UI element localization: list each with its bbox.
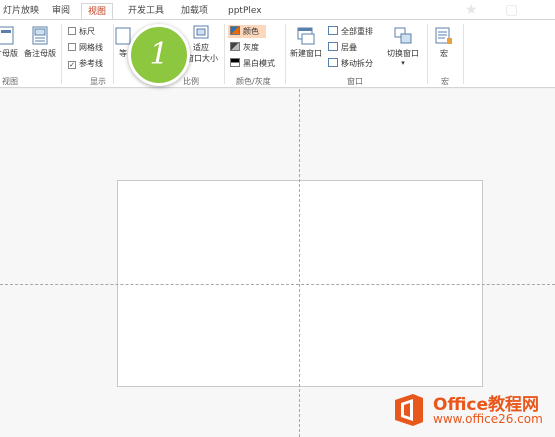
tab-addins[interactable]: 加载项	[175, 3, 214, 20]
switch-windows-icon	[394, 27, 412, 44]
black-white-label: 黑白模式	[243, 59, 275, 68]
macros-label: 宏	[440, 49, 448, 58]
guides-checkbox[interactable]: ✓ 参考线	[68, 58, 103, 69]
move-split-label: 移动拆分	[341, 59, 373, 68]
step-number-badge: 1	[128, 24, 190, 86]
fit-to-window-icon	[193, 25, 209, 39]
watermark-url: www.office26.com	[433, 412, 543, 426]
office-logo-icon	[395, 394, 423, 426]
cascade-button[interactable]: 层叠	[328, 42, 357, 53]
star-decoration-icon: ★	[465, 2, 478, 18]
tab-slideshow[interactable]: 灯片放映	[0, 3, 45, 20]
notes-master-button[interactable]: 备注母版	[24, 26, 56, 59]
group-label-show: 显示	[90, 77, 106, 86]
tab-pptplex[interactable]: pptPlex	[222, 3, 268, 20]
office26-watermark: Office教程网 www.office26.com	[389, 388, 555, 432]
group-label-views: 视图	[2, 77, 18, 86]
macro-icon	[435, 27, 452, 44]
new-window-button[interactable]: 新建窗口	[290, 26, 322, 59]
notes-master-icon	[32, 26, 48, 45]
horizontal-guide[interactable]	[0, 284, 555, 285]
switch-windows-button[interactable]: 切换窗口 ▾	[387, 26, 419, 67]
group-separator	[463, 24, 464, 84]
frame-decoration-icon: ▢	[505, 2, 519, 18]
fit-to-window-button[interactable]: 适应 窗口大小	[186, 24, 218, 64]
guides-check-mark: ✓	[68, 61, 76, 69]
slide-master-label: 片母版	[0, 49, 18, 58]
switch-windows-label: 切换窗口	[387, 49, 419, 58]
group-label-macros: 宏	[441, 77, 449, 86]
guides-label: 参考线	[79, 59, 103, 68]
arrange-all-label: 全部重排	[341, 27, 373, 36]
color-mode-button[interactable]: 颜色	[228, 25, 266, 38]
notes-master-label: 备注母版	[24, 49, 56, 58]
group-label-zoom: 比例	[183, 77, 199, 86]
tab-review[interactable]: 审阅	[46, 3, 76, 20]
tab-developer[interactable]: 开发工具	[122, 3, 170, 20]
grayscale-swatch-icon	[230, 42, 240, 51]
cascade-label: 层叠	[341, 43, 357, 52]
new-window-icon	[297, 27, 315, 45]
slide-master-icon	[0, 26, 14, 45]
group-separator	[61, 24, 62, 84]
arrange-all-icon	[328, 26, 338, 35]
switch-windows-dropdown-icon: ▾	[401, 59, 405, 67]
group-separator	[427, 24, 428, 84]
fit-to-window-line1: 适应	[193, 43, 209, 52]
group-label-window: 窗口	[347, 77, 363, 86]
black-white-button[interactable]: 黑白模式	[230, 58, 275, 69]
move-split-button[interactable]: 移动拆分	[328, 58, 373, 69]
ruler-check-box	[68, 27, 76, 35]
group-separator	[224, 24, 225, 84]
grayscale-button[interactable]: 灰度	[230, 42, 259, 53]
gridlines-label: 网格线	[79, 43, 103, 52]
zoom-label: 等	[119, 49, 127, 58]
color-swatch-icon	[230, 26, 240, 35]
slide-master-button[interactable]: 片母版	[0, 26, 18, 59]
slide-editing-area[interactable]	[0, 89, 555, 437]
arrange-all-button[interactable]: 全部重排	[328, 26, 373, 37]
grayscale-label: 灰度	[243, 43, 259, 52]
ribbon-panel: 片母版 备注母版 视图 标尺 网格线 ✓参考线 显示 等 适应 窗口大小 比例 …	[0, 20, 555, 88]
move-split-icon	[328, 58, 338, 67]
gridlines-check-box	[68, 43, 76, 51]
tab-view[interactable]: 视图	[81, 3, 114, 20]
fit-to-window-line2: 窗口大小	[186, 54, 218, 63]
vertical-guide[interactable]	[299, 89, 300, 437]
black-white-swatch-icon	[230, 58, 240, 67]
cascade-icon	[328, 42, 338, 51]
gridlines-checkbox[interactable]: 网格线	[68, 42, 103, 53]
new-window-label: 新建窗口	[290, 49, 322, 58]
color-label: 颜色	[243, 27, 259, 36]
ruler-label: 标尺	[79, 27, 95, 36]
ribbon-tab-bar: 灯片放映 审阅 视图 开发工具 加载项 pptPlex ★ ▢	[0, 0, 555, 20]
macros-button[interactable]: 宏	[434, 26, 454, 59]
group-label-color: 颜色/灰度	[236, 77, 271, 86]
ruler-checkbox[interactable]: 标尺	[68, 26, 95, 37]
group-separator	[285, 24, 286, 84]
